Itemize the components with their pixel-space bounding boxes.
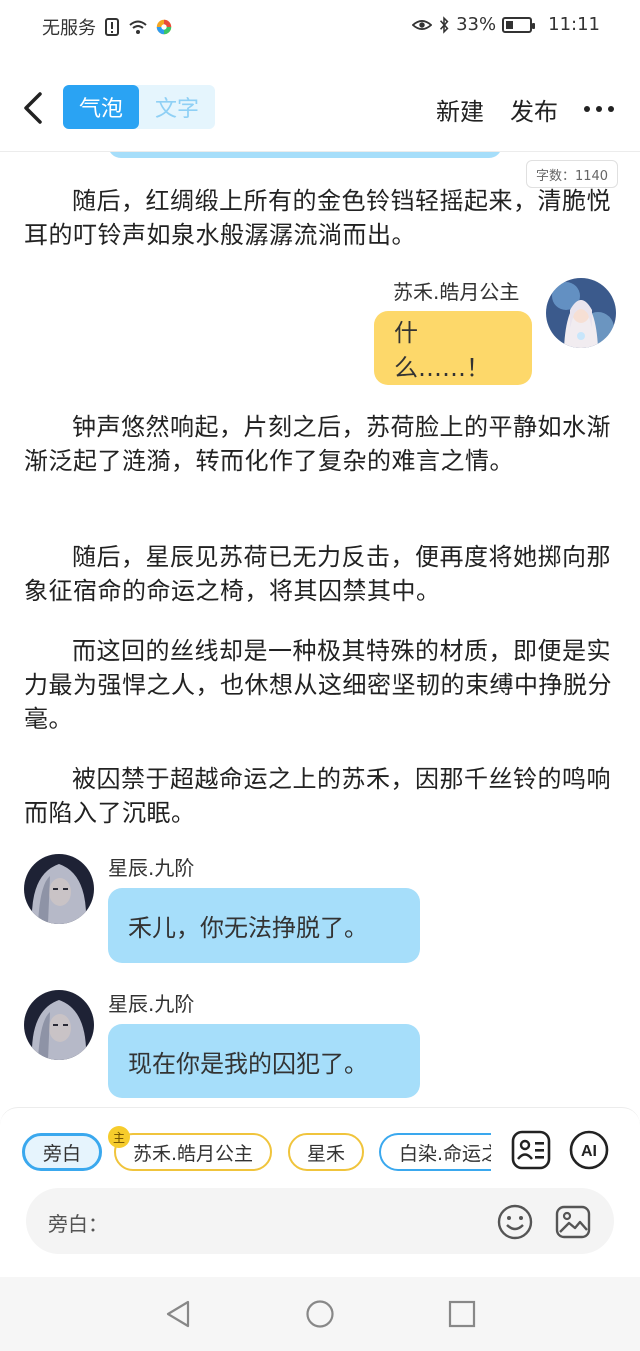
- role-chip-xinghe[interactable]: 星禾: [288, 1133, 364, 1171]
- new-button[interactable]: 新建: [436, 92, 484, 127]
- avatar[interactable]: [546, 278, 616, 348]
- narration-paragraph[interactable]: 随后，星辰见苏荷已无力反击，便再度将她掷向那象征宿命的命运之椅，将其囚禁其中。: [24, 540, 614, 608]
- narration-paragraph[interactable]: 而这回的丝线却是一种极其特殊的材质，即便是实力最为强悍之人，也休想从这细密坚韧的…: [24, 634, 614, 736]
- publish-button[interactable]: 发布: [510, 92, 558, 127]
- avatar-xingchen-icon: [24, 854, 94, 924]
- back-arrow-icon[interactable]: [18, 88, 48, 128]
- message-bubble[interactable]: 什么……！: [374, 311, 532, 385]
- carrier-text: 无服务: [42, 18, 96, 39]
- role-chip-narration[interactable]: 旁白: [22, 1133, 102, 1171]
- more-icon[interactable]: [584, 106, 614, 114]
- nav-recents-icon[interactable]: [447, 1299, 477, 1329]
- nav-home-icon[interactable]: [305, 1299, 335, 1329]
- sim-alert-icon: [105, 18, 119, 36]
- status-bar: 无服务 33% 11:11: [0, 0, 640, 52]
- avatar[interactable]: [24, 990, 94, 1060]
- composer-input[interactable]: 旁白：: [26, 1188, 614, 1254]
- tab-text[interactable]: 文字: [139, 85, 215, 129]
- app-logo-icon: [156, 19, 172, 35]
- partial-bubble: [108, 152, 502, 158]
- avatar-xingchen-icon: [24, 990, 94, 1060]
- role-manager-icon[interactable]: [511, 1130, 551, 1170]
- svg-text:AI: AI: [581, 1143, 597, 1160]
- battery-percent: 33%: [456, 14, 497, 35]
- tab-bubble[interactable]: 气泡: [63, 85, 139, 129]
- speaker-name: 苏禾.皓月公主: [393, 280, 520, 304]
- mode-switch: 气泡 文字: [63, 85, 215, 129]
- wifi-icon: [129, 20, 147, 34]
- battery-icon: [502, 16, 536, 33]
- message-bubble[interactable]: 禾儿，你无法挣脱了。: [108, 888, 420, 963]
- speaker-name: 星辰.九阶: [108, 856, 195, 880]
- role-chip-bairan[interactable]: 白染.命运之: [379, 1133, 491, 1171]
- battery-level: [506, 20, 514, 29]
- avatar[interactable]: [24, 854, 94, 924]
- role-chip-suhe[interactable]: 苏禾.皓月公主: [114, 1133, 272, 1171]
- eye-comfort-icon: [412, 19, 433, 30]
- image-icon[interactable]: [554, 1203, 592, 1241]
- ai-assist-icon[interactable]: AI: [569, 1130, 609, 1170]
- composer-role-label: 旁白：: [48, 1212, 108, 1236]
- message-bubble[interactable]: 现在你是我的囚犯了。: [108, 1024, 420, 1098]
- speaker-name: 星辰.九阶: [108, 992, 195, 1016]
- nav-back-icon[interactable]: [163, 1299, 193, 1329]
- narration-paragraph[interactable]: 钟声悠然响起，片刻之后，苏荷脸上的平静如水渐渐泛起了涟漪，转而化作了复杂的难言之…: [24, 410, 614, 478]
- emoji-icon[interactable]: [496, 1203, 534, 1241]
- avatar-princess-icon: [546, 278, 616, 348]
- narration-paragraph[interactable]: 被囚禁于超越命运之上的苏禾，因那千丝铃的鸣响而陷入了沉眠。: [24, 762, 614, 830]
- narration-paragraph[interactable]: 随后，红绸缎上所有的金色铃铛轻摇起来，清脆悦耳的叮铃声如泉水般潺潺流淌而出。: [24, 184, 614, 252]
- editor-header: 气泡 文字 新建 发布: [0, 70, 640, 146]
- system-nav-bar: [0, 1277, 640, 1351]
- bluetooth-icon: [440, 15, 449, 34]
- story-content[interactable]: 字数：1140 随后，红绸缎上所有的金色铃铛轻摇起来，清脆悦耳的叮铃声如泉水般潺…: [0, 152, 640, 1107]
- clock: 11:11: [548, 14, 600, 35]
- main-role-badge: 主: [108, 1126, 130, 1148]
